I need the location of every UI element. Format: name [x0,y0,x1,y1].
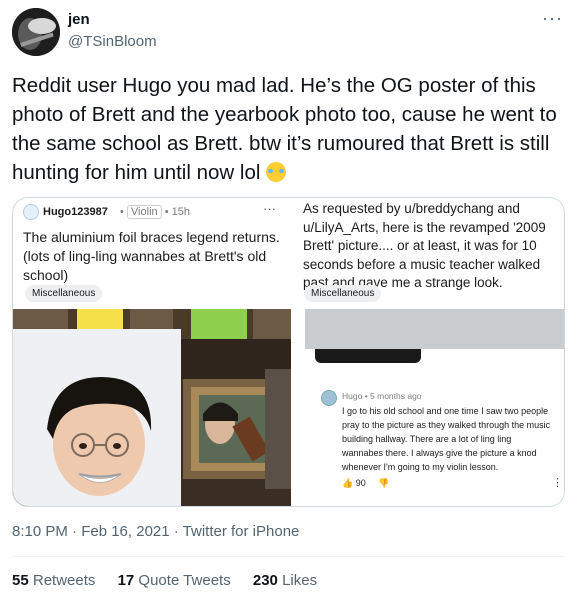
media-image-left[interactable]: Hugo123987 • Violin • 15h ··· The alumin… [13,198,291,506]
reddit-post-meta: • Violin • 15h [120,205,190,219]
reddit-category-tag: Miscellaneous [25,285,103,302]
retweets-count: 55 [12,572,29,589]
reddit-avatar-icon [23,204,39,220]
reddit-post-title: As requested by u/breddychang and u/Lily… [303,201,546,290]
tweet-timestamp-line: 8:10 PM · Feb 16, 2021 · Twitter for iPh… [12,523,300,540]
more-horizontal-icon[interactable]: ··· [542,8,563,29]
reddit-more-icon: ··· [263,201,276,216]
profile-photo-avatar [12,8,60,56]
likes-label: Likes [282,572,318,589]
avatar[interactable] [12,8,60,56]
face-with-tears-of-joy-icon [266,162,287,182]
tweet-media[interactable]: Hugo123987 • Violin • 15h ··· The alumin… [12,197,565,507]
tweet-text: Reddit user Hugo you mad lad. He’s the O… [12,71,568,187]
quotes-label: Quote Tweets [138,572,231,589]
redacted-bar [315,349,421,363]
divider [12,556,565,557]
downvote-icon: 👎 [378,478,390,488]
display-name[interactable]: jen [68,11,90,28]
tweet-timestamp[interactable]: 8:10 PM · Feb 16, 2021 [12,523,170,540]
photo-crop [305,309,564,349]
hallway-photo-illustration [13,309,291,506]
reddit-post-title: The aluminium foil braces legend returns… [23,229,280,283]
upvote-count: 90 [355,478,366,488]
quotes-count: 17 [117,572,135,589]
comment-actions: 👍 90 👎 [342,478,389,489]
retweets-stat[interactable]: 55 Retweets [12,572,95,589]
media-image-right[interactable]: As requested by u/breddychang and u/Lily… [293,198,564,506]
upvote-icon: 👍 [342,478,354,488]
reddit-flair: Violin [126,205,162,219]
tweet-source[interactable]: Twitter for iPhone [183,523,300,540]
reddit-username: Hugo123987 [43,206,108,218]
likes-count: 230 [252,572,278,589]
reddit-post-time: 15h [171,206,190,218]
hallway-photo [13,309,291,506]
engagement-stats: 55 Retweets 17 Quote Tweets 230 Likes [12,572,335,589]
quote-tweets-stat[interactable]: 17 Quote Tweets [118,572,231,589]
retweets-label: Retweets [32,572,96,589]
user-handle[interactable]: @TSinBloom [68,33,157,50]
comment-author: Hugo [342,391,363,401]
likes-stat[interactable]: 230 Likes [253,572,317,589]
comment-more-icon: ⋮ [552,477,563,489]
comment-time: 5 months ago [370,391,422,401]
comment-text: I go to his old school and one time I sa… [342,406,551,472]
comment-avatar [321,390,337,406]
comment-header: Hugo • 5 months ago [342,391,422,401]
reddit-category-tag: Miscellaneous [304,285,382,302]
